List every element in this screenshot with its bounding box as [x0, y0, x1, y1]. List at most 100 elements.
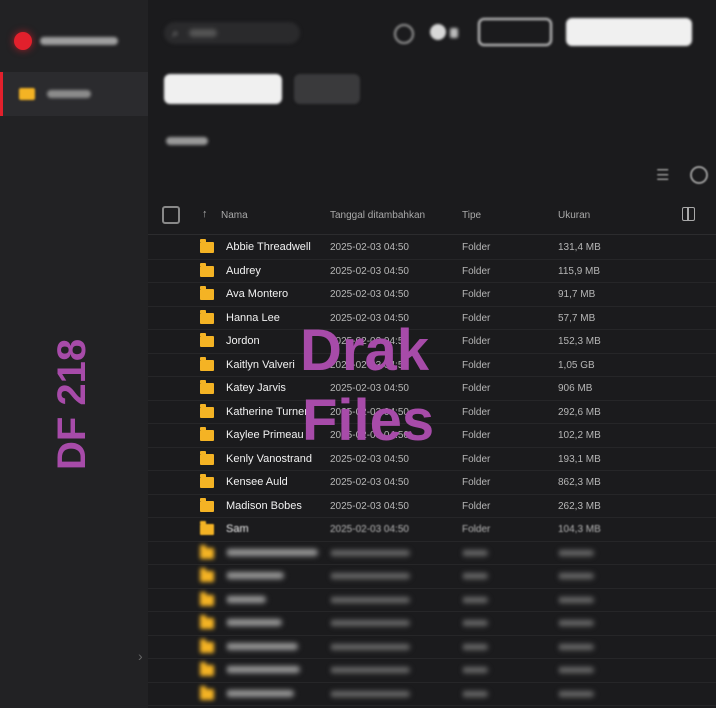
- file-type-redacted: [462, 548, 542, 559]
- folder-icon: [200, 615, 214, 629]
- folder-icon: [200, 474, 214, 488]
- file-type-redacted: [462, 689, 542, 700]
- file-type-redacted: [462, 642, 542, 653]
- file-date-redacted: [330, 595, 456, 606]
- column-header-type[interactable]: Tipe: [462, 210, 481, 221]
- main-content: ⌕ ☰ ↑ Nama Tanggal ditambahkan Tipe Ukur…: [148, 0, 716, 708]
- table-row[interactable]: Hanna Lee 2025-02-03 04:50 Folder 57,7 MB: [148, 307, 716, 330]
- file-size-redacted: [558, 689, 658, 700]
- file-type: Folder: [462, 500, 491, 512]
- file-date: 2025-02-03 04:50: [330, 242, 409, 253]
- folder-icon: [200, 333, 214, 347]
- watermark-drak: Drak: [300, 318, 429, 383]
- file-name: Madison Bobes: [226, 499, 302, 512]
- table-row[interactable]: Ava Montero 2025-02-03 04:50 Folder 91,7 MB: [148, 283, 716, 307]
- avatar[interactable]: [430, 24, 446, 40]
- folder-icon: [200, 262, 214, 277]
- file-name-redacted: [226, 664, 326, 676]
- column-header-size[interactable]: Ukuran: [558, 210, 590, 221]
- breadcrumb: [166, 132, 208, 150]
- outline-button-redacted[interactable]: [478, 18, 552, 46]
- file-size-redacted: [558, 571, 658, 582]
- table-row-redacted[interactable]: [148, 589, 716, 612]
- file-name: Abbie Threadwell: [226, 241, 311, 253]
- table-row-redacted[interactable]: [148, 659, 716, 683]
- file-size: 906 MB: [558, 383, 593, 394]
- file-type: Folder: [462, 312, 491, 324]
- folder-icon: [200, 685, 214, 700]
- file-date: 2025-02-03 04:50: [330, 453, 409, 465]
- table-row[interactable]: Kensee Auld 2025-02-03 04:50 Folder 862,3 M…: [148, 471, 716, 495]
- file-name: Audrey: [226, 264, 261, 277]
- file-name: Kensee Auld: [226, 476, 288, 488]
- file-name-redacted: [226, 688, 326, 700]
- file-size-redacted: [558, 665, 658, 676]
- file-size: 152,3 MB: [558, 336, 601, 347]
- file-date: 2025-02-03 04:50: [330, 500, 409, 512]
- file-date: 2025-02-03 04:50: [330, 524, 409, 535]
- search-icon: ⌕: [172, 25, 179, 40]
- folder-icon: [200, 568, 214, 582]
- search-placeholder-redacted: [188, 29, 217, 37]
- chevron-right-icon[interactable]: ›: [138, 648, 143, 664]
- watermark-files: Files: [302, 388, 435, 453]
- sidebar-item-files[interactable]: [0, 72, 148, 116]
- file-type: Folder: [462, 336, 491, 347]
- app-logo[interactable]: [14, 28, 118, 54]
- file-date-redacted: [330, 642, 456, 653]
- file-list: Abbie Threadwell 2025-02-03 04:50 Folder 13…: [148, 236, 716, 706]
- file-date-redacted: [330, 689, 456, 700]
- sidebar-item-label-redacted: [47, 90, 91, 98]
- table-row[interactable]: Audrey 2025-02-03 04:50 Folder 115,9 MB: [148, 260, 716, 283]
- file-name-redacted: [226, 617, 326, 629]
- table-row-redacted[interactable]: [148, 542, 716, 565]
- secondary-button-redacted[interactable]: [294, 74, 360, 104]
- folder-icon: [200, 450, 214, 465]
- file-size: 91,7 MB: [558, 289, 596, 300]
- table-row[interactable]: Kaitlyn Valveri 2025-02-03 04:50 Folder 1,0…: [148, 354, 716, 377]
- column-header-date[interactable]: Tanggal ditambahkan: [330, 210, 425, 221]
- folder-icon: [200, 591, 214, 606]
- file-size: 131,4 MB: [558, 242, 601, 253]
- folder-icon: [200, 309, 214, 324]
- folder-icon: [200, 380, 214, 394]
- file-type-redacted: [462, 618, 542, 629]
- table-row[interactable]: Jordon 2025-02-03 04:50 Folder 152,3 MB: [148, 330, 716, 354]
- file-size-redacted: [558, 548, 658, 559]
- file-date: 2025-02-03 04:50: [330, 289, 409, 300]
- file-type: Folder: [462, 430, 491, 441]
- table-row[interactable]: Sam 2025-02-03 04:50 Folder 104,3 MB: [148, 518, 716, 542]
- file-type: Folder: [462, 242, 491, 253]
- info-icon[interactable]: [690, 166, 708, 184]
- file-size: 193,1 MB: [558, 453, 601, 465]
- table-row-redacted[interactable]: [148, 636, 716, 659]
- columns-icon[interactable]: [682, 207, 695, 221]
- table-row-redacted[interactable]: [148, 565, 716, 589]
- search-input[interactable]: ⌕: [164, 22, 300, 44]
- file-name-redacted: [226, 570, 326, 582]
- record-logo-icon: [14, 32, 32, 50]
- column-header-name[interactable]: Nama: [221, 210, 248, 221]
- folder-icon: [200, 286, 214, 300]
- table-header: ↑ Nama Tanggal ditambahkan Tipe Ukuran: [148, 200, 716, 235]
- select-all-checkbox[interactable]: [162, 206, 180, 224]
- folder-icon: [200, 638, 214, 653]
- primary-button-redacted[interactable]: [566, 18, 692, 46]
- list-view-icon[interactable]: ☰: [656, 166, 669, 184]
- table-row[interactable]: Madison Bobes 2025-02-03 04:50 Folder 262,3…: [148, 495, 716, 518]
- folder-icon: [200, 239, 214, 253]
- upload-button-redacted[interactable]: [164, 74, 282, 104]
- table-row[interactable]: Abbie Threadwell 2025-02-03 04:50 Folder 13…: [148, 236, 716, 260]
- table-row-redacted[interactable]: [148, 612, 716, 636]
- help-icon[interactable]: [394, 24, 414, 44]
- file-size-redacted: [558, 642, 658, 653]
- file-name-redacted: [226, 641, 326, 653]
- table-row-redacted[interactable]: [148, 683, 716, 706]
- folder-icon: [200, 662, 214, 676]
- file-type: Folder: [462, 477, 491, 488]
- sort-up-icon[interactable]: ↑: [202, 208, 208, 220]
- file-size: 1,05 GB: [558, 359, 595, 371]
- file-size: 262,3 MB: [558, 500, 601, 512]
- file-type: Folder: [462, 383, 491, 394]
- file-date-redacted: [330, 548, 456, 559]
